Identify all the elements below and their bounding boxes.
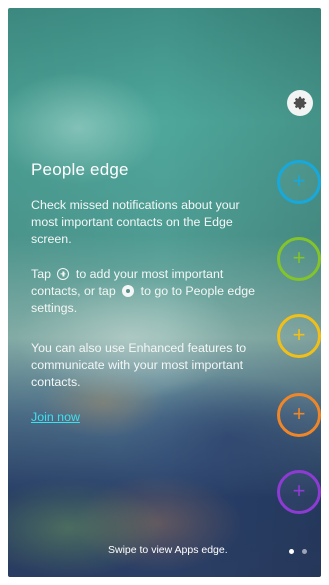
- tap-text-1: Tap: [31, 267, 51, 281]
- page-indicator: [289, 549, 307, 554]
- add-circle-icon: [57, 268, 70, 280]
- plus-icon: +: [292, 245, 306, 270]
- contact-slot-1[interactable]: +: [277, 160, 321, 204]
- page-title: People edge: [31, 160, 129, 179]
- swipe-hint: Swipe to view Apps edge.: [108, 544, 228, 556]
- description-enhanced-features: You can also use Enhanced features to co…: [31, 341, 247, 389]
- settings-button[interactable]: [287, 90, 313, 116]
- people-edge-screen: People edge Check missed notifications a…: [8, 8, 321, 577]
- plus-icon: +: [292, 401, 306, 426]
- page-dot: [302, 549, 307, 554]
- plus-icon: +: [292, 322, 306, 347]
- contact-slot-3[interactable]: +: [277, 314, 321, 358]
- contact-slot-4[interactable]: +: [277, 393, 321, 437]
- contact-slot-2[interactable]: +: [277, 237, 321, 281]
- page-dot-active: [289, 549, 294, 554]
- settings-icon: [122, 285, 135, 297]
- contact-slot-5[interactable]: +: [277, 470, 321, 514]
- description-tap-instructions: Tap to add your most important contacts,…: [31, 266, 266, 317]
- join-now-link[interactable]: Join now: [31, 410, 80, 424]
- gear-icon: [293, 96, 307, 110]
- plus-icon: +: [292, 168, 306, 193]
- description-missed-notifications: Check missed notifications about your mo…: [31, 198, 240, 246]
- plus-icon: +: [292, 478, 306, 503]
